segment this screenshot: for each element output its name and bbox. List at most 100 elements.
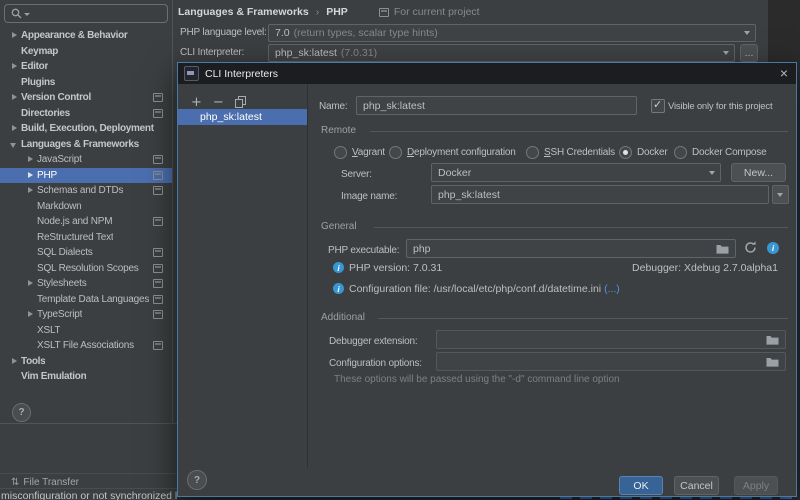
name-field[interactable]: php_sk:latest: [356, 96, 637, 115]
visible-only-checkbox-label[interactable]: Visible only for this project: [668, 101, 772, 112]
interpreter-list: php_sk:latest: [178, 109, 307, 125]
per-project-settings-icon: [153, 310, 163, 319]
chevron-collapsed-icon[interactable]: [24, 277, 37, 290]
configuration-options-field[interactable]: [436, 352, 786, 371]
sidebar-item-xslt-file-associations[interactable]: XSLT File Associations: [0, 338, 172, 354]
dialog-titlebar[interactable]: CLI Interpreters ×: [178, 63, 796, 84]
breadcrumb-php[interactable]: PHP: [326, 6, 348, 18]
cli-interpreter-browse-button[interactable]: ...: [740, 44, 758, 62]
cli-interpreter-suffix: (7.0.31): [341, 47, 377, 59]
chevron-collapsed-icon[interactable]: [8, 355, 21, 368]
sidebar-item-tools[interactable]: Tools: [0, 354, 172, 370]
php-executable-field[interactable]: php: [406, 239, 736, 258]
sidebar-item-template-data-languages[interactable]: Template Data Languages: [0, 292, 172, 308]
chevron-collapsed-icon[interactable]: [8, 29, 21, 42]
apply-button[interactable]: Apply: [734, 476, 778, 495]
clipped-link-text-fragment: [560, 497, 795, 499]
chevron-collapsed-icon[interactable]: [24, 153, 37, 166]
sidebar-item-restructured-text[interactable]: ReStructured Text: [0, 230, 172, 246]
arrow-spacer: [24, 324, 37, 337]
arrow-spacer: [8, 370, 21, 383]
radio-label: Vagrant: [352, 147, 385, 158]
sidebar-item-build-execution-deployment[interactable]: Build, Execution, Deployment: [0, 121, 172, 137]
folder-browse-icon[interactable]: [766, 357, 779, 367]
folder-browse-icon[interactable]: [716, 244, 729, 254]
server-select[interactable]: Docker: [431, 163, 721, 182]
new-server-button[interactable]: New...: [731, 163, 786, 182]
image-name-field[interactable]: php_sk:latest: [431, 185, 769, 204]
chevron-collapsed-icon[interactable]: [24, 184, 37, 197]
language-level-select[interactable]: 7.0 (return types, scalar type hints): [268, 24, 756, 42]
sidebar-item-appearance-behavior[interactable]: Appearance & Behavior: [0, 28, 172, 44]
configuration-file-more-link[interactable]: (...): [604, 283, 620, 295]
statusbar-divider: [0, 473, 177, 474]
remove-interpreter-button[interactable]: −: [213, 96, 224, 109]
sidebar-item-schemas-and-dtds[interactable]: Schemas and DTDs: [0, 183, 172, 199]
sidebar-item-vim-emulation[interactable]: Vim Emulation: [0, 369, 172, 385]
sidebar-item-plugins[interactable]: Plugins: [0, 75, 172, 91]
radio-dot-icon: [334, 146, 347, 159]
per-project-settings-icon: [153, 295, 163, 304]
cli-interpreter-label: CLI Interpreter:: [180, 44, 244, 62]
visible-only-checkbox[interactable]: [651, 99, 665, 113]
show-phpinfo-icon[interactable]: i: [767, 242, 779, 254]
sidebar-item-xslt[interactable]: XSLT: [0, 323, 172, 339]
chevron-expanded-icon[interactable]: [8, 138, 21, 151]
sidebar-item-typescript[interactable]: TypeScript: [0, 307, 172, 323]
folder-browse-icon[interactable]: [766, 335, 779, 345]
close-icon[interactable]: ×: [780, 64, 788, 83]
dialog-help-button[interactable]: ?: [187, 470, 207, 490]
interpreter-list-item[interactable]: php_sk:latest: [178, 109, 307, 125]
sidebar-item-node-js-and-npm[interactable]: Node.js and NPM: [0, 214, 172, 230]
sidebar-item-php[interactable]: PHP: [0, 168, 172, 184]
configuration-file-text: Configuration file: /usr/local/etc/php/c…: [349, 283, 601, 295]
settings-search-input[interactable]: [4, 4, 168, 23]
add-interpreter-button[interactable]: +: [191, 96, 202, 109]
search-history-caret-icon: [24, 13, 30, 16]
debugger-extension-field[interactable]: [436, 330, 786, 349]
radio-docker[interactable]: Docker: [619, 146, 667, 159]
sidebar-item-sql-resolution-scopes[interactable]: SQL Resolution Scopes: [0, 261, 172, 277]
sidebar-item-javascript[interactable]: JavaScript: [0, 152, 172, 168]
sidebar-item-label: Stylesheets: [37, 278, 87, 289]
settings-tree: Appearance & Behavior KeymapEditorPlugins…: [0, 28, 172, 385]
image-name-dropdown-button[interactable]: [772, 185, 789, 204]
file-transfer-toolwindow-button[interactable]: ⇅ File Transfer: [11, 477, 79, 488]
reload-phpinfo-icon[interactable]: [743, 240, 758, 255]
cli-interpreter-select[interactable]: php_sk:latest (7.0.31): [268, 44, 735, 62]
chevron-collapsed-icon[interactable]: [24, 169, 37, 182]
chevron-down-icon: [744, 31, 750, 35]
settings-help-button[interactable]: ?: [12, 403, 31, 422]
breadcrumb-separator: ›: [316, 6, 320, 18]
radio-vagrant[interactable]: Vagrant: [334, 146, 385, 159]
ok-button[interactable]: OK: [619, 476, 663, 495]
radio-deployment-configuration[interactable]: Deployment configuration: [389, 146, 516, 159]
debugger-extension-label: Debugger extension:: [329, 333, 418, 351]
copy-interpreter-icon[interactable]: [235, 96, 246, 108]
radio-dot-icon: [389, 146, 402, 159]
status-message: misconfiguration or not synchronized loc: [1, 490, 177, 500]
sidebar-item-stylesheets[interactable]: Stylesheets: [0, 276, 172, 292]
breadcrumb-languages-frameworks[interactable]: Languages & Frameworks: [178, 6, 309, 18]
chevron-collapsed-icon[interactable]: [8, 122, 21, 135]
sidebar-item-markdown[interactable]: Markdown: [0, 199, 172, 215]
sidebar-item-label: Vim Emulation: [21, 371, 86, 382]
cancel-button[interactable]: Cancel: [674, 476, 719, 495]
chevron-collapsed-icon[interactable]: [24, 308, 37, 321]
sidebar-item-version-control[interactable]: Version Control: [0, 90, 172, 106]
arrow-spacer: [24, 339, 37, 352]
info-icon: i: [333, 283, 344, 294]
remote-group-line: [370, 131, 788, 132]
radio-ssh-credentials[interactable]: SSH Credentials: [526, 146, 615, 159]
sidebar-item-languages-frameworks[interactable]: Languages & Frameworks: [0, 137, 172, 153]
chevron-collapsed-icon[interactable]: [8, 60, 21, 73]
sidebar-item-editor[interactable]: Editor: [0, 59, 172, 75]
radio-docker-compose[interactable]: Docker Compose: [674, 146, 766, 159]
sidebar-item-directories[interactable]: Directories: [0, 106, 172, 122]
sidebar-item-keymap[interactable]: Keymap: [0, 44, 172, 60]
interpreter-list-panel: + − php_sk:latest: [178, 84, 308, 468]
sidebar-item-sql-dialects[interactable]: SQL Dialects: [0, 245, 172, 261]
sidebar-item-label: Appearance & Behavior: [21, 30, 128, 41]
chevron-collapsed-icon[interactable]: [8, 91, 21, 104]
image-name-value: php_sk:latest: [438, 189, 500, 201]
